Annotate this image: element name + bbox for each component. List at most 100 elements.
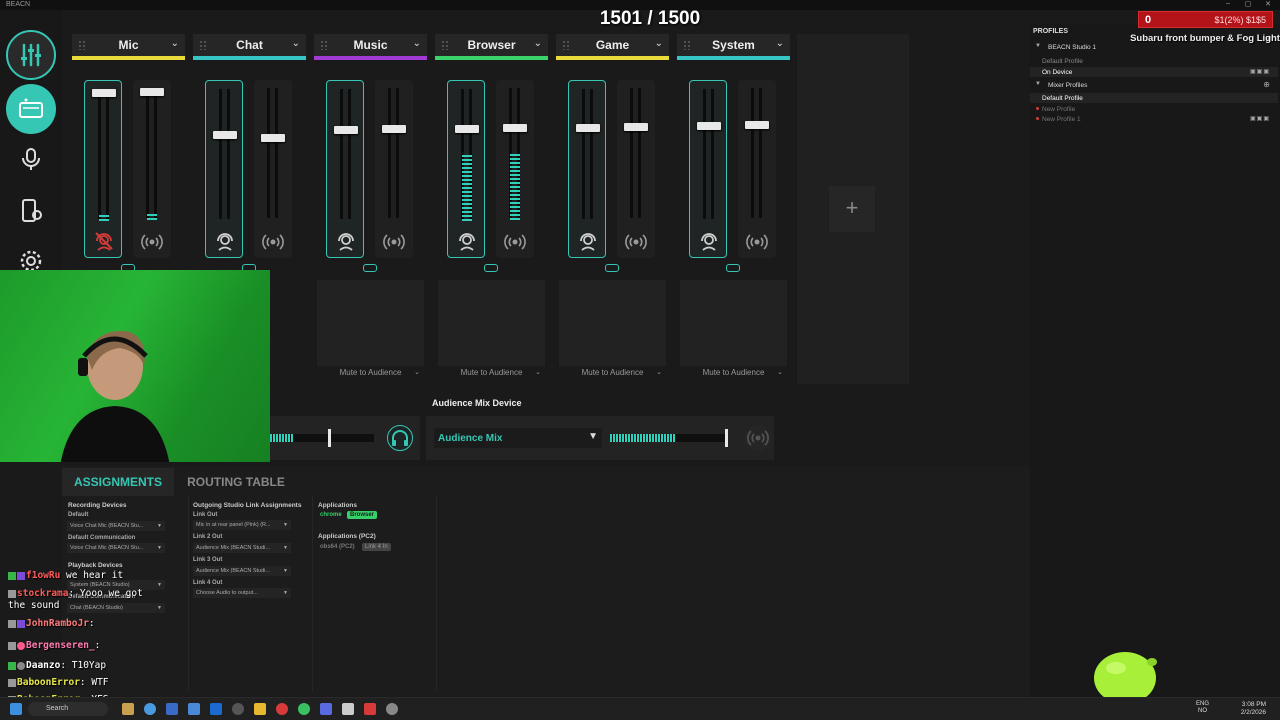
nav-mixer-button[interactable] xyxy=(6,30,56,80)
app-icon[interactable] xyxy=(232,703,244,715)
audience-mix-fader[interactable] xyxy=(617,80,655,258)
mixer-profiles-group[interactable]: ▼ Mixer Profiles ⊕ xyxy=(1030,80,1278,90)
tab-routing-table[interactable]: ROUTING TABLE xyxy=(180,468,292,496)
drag-handle-icon[interactable] xyxy=(441,40,449,50)
profile-item[interactable]: New Profile 1 ▣▣▣ xyxy=(1030,114,1278,124)
headphones-icon[interactable] xyxy=(334,229,358,253)
nav-devices-button[interactable] xyxy=(6,84,56,134)
mute-to-audience-select[interactable]: Mute to Audience ⌄ xyxy=(438,368,545,382)
app-icon[interactable] xyxy=(276,703,288,715)
drag-handle-icon[interactable] xyxy=(78,40,86,50)
broadcast-icon[interactable] xyxy=(382,230,406,254)
profile-actions-icon[interactable]: ▣▣▣ xyxy=(1250,68,1270,75)
headphones-icon[interactable] xyxy=(455,229,479,253)
headphones-icon[interactable] xyxy=(697,229,721,253)
channel-header[interactable]: Music ⌄ xyxy=(314,34,427,56)
link2-select[interactable]: Audience Mix (BEACN Studi... ▼ xyxy=(193,543,291,553)
default-comm-recording-select[interactable]: Voice Chat Mic (BEACN Stu... ▼ xyxy=(67,543,165,553)
settings-icon[interactable] xyxy=(386,703,398,715)
chevron-down-icon[interactable]: ⌄ xyxy=(171,38,179,49)
audience-mix-fader[interactable] xyxy=(738,80,776,258)
audience-mix-fader[interactable] xyxy=(133,80,171,258)
channel-header[interactable]: System ⌄ xyxy=(677,34,790,56)
drag-handle-icon[interactable] xyxy=(320,40,328,50)
default-recording-select[interactable]: Voice Chat Mic (BEACN Stu... ▼ xyxy=(67,521,165,531)
personal-mix-fader[interactable] xyxy=(84,80,122,258)
windows-start-icon[interactable] xyxy=(10,703,22,715)
mute-to-audience-select[interactable]: Mute to Audience ⌄ xyxy=(680,368,787,382)
app-icon[interactable] xyxy=(188,703,200,715)
link-icon[interactable] xyxy=(363,264,377,272)
chevron-down-icon[interactable]: ⌄ xyxy=(292,38,300,49)
app-icon[interactable] xyxy=(166,703,178,715)
slider-thumb[interactable] xyxy=(328,429,331,447)
audience-mix-fader[interactable] xyxy=(375,80,413,258)
fader-knob[interactable] xyxy=(92,89,116,97)
personal-mix-fader[interactable] xyxy=(689,80,727,258)
add-profile-icon[interactable]: ⊕ xyxy=(1263,80,1270,89)
personal-mix-fader[interactable] xyxy=(447,80,485,258)
fader-knob[interactable] xyxy=(261,134,285,142)
copilot-icon[interactable] xyxy=(144,703,156,715)
chevron-down-icon[interactable]: ⌄ xyxy=(776,38,784,49)
personal-mix-fader[interactable] xyxy=(568,80,606,258)
fader-knob[interactable] xyxy=(503,124,527,132)
tab-assignments[interactable]: ASSIGNMENTS xyxy=(62,468,174,496)
personal-monitor-button[interactable] xyxy=(387,425,413,451)
audience-mix-fader[interactable] xyxy=(496,80,534,258)
personal-mix-fader[interactable] xyxy=(205,80,243,258)
link-out-select[interactable]: Mic in at rear panel (Pink) (R... ▼ xyxy=(193,520,291,530)
fader-knob[interactable] xyxy=(213,131,237,139)
drag-handle-icon[interactable] xyxy=(199,40,207,50)
chevron-down-icon[interactable]: ⌄ xyxy=(413,38,421,49)
broadcast-icon[interactable] xyxy=(140,230,164,254)
channel-header[interactable]: Chat ⌄ xyxy=(193,34,306,56)
profile-item[interactable]: New Profile xyxy=(1030,104,1278,114)
chevron-down-icon[interactable]: ⌄ xyxy=(655,38,663,49)
broadcast-icon[interactable] xyxy=(745,230,769,254)
taskbar-search[interactable]: Search xyxy=(28,702,108,716)
broadcast-icon[interactable] xyxy=(624,230,648,254)
link-icon[interactable] xyxy=(484,264,498,272)
folder-icon[interactable] xyxy=(254,703,266,715)
broadcast-icon[interactable] xyxy=(503,230,527,254)
profile-item-on-device[interactable]: On Device ▣▣▣ xyxy=(1030,67,1278,77)
fader-knob[interactable] xyxy=(455,125,479,133)
maximize-button[interactable]: ▢ xyxy=(1238,0,1258,8)
profile-actions-icon[interactable]: ▣▣▣ xyxy=(1250,115,1270,122)
audience-level-slider[interactable] xyxy=(610,429,728,447)
language-indicator[interactable]: ENG NO xyxy=(1196,701,1209,715)
headphones-muted-icon[interactable] xyxy=(92,229,116,253)
audience-mix-fader[interactable] xyxy=(254,80,292,258)
app-icon[interactable] xyxy=(122,703,134,715)
minimize-button[interactable]: – xyxy=(1218,0,1238,7)
app-channel-chip[interactable]: Link 4 In xyxy=(362,543,391,551)
drag-handle-icon[interactable] xyxy=(562,40,570,50)
nav-app-routing-button[interactable] xyxy=(16,196,46,226)
personal-mix-fader[interactable] xyxy=(326,80,364,258)
link3-select[interactable]: Audience Mix (BEACN Studi... ▼ xyxy=(193,566,291,576)
discord-icon[interactable] xyxy=(320,703,332,715)
fader-knob[interactable] xyxy=(624,123,648,131)
app-icon[interactable] xyxy=(342,703,354,715)
app-icon[interactable] xyxy=(364,703,376,715)
broadcast-icon[interactable] xyxy=(261,230,285,254)
headphones-icon[interactable] xyxy=(213,229,237,253)
profile-item[interactable]: Default Profile xyxy=(1030,56,1278,66)
fader-knob[interactable] xyxy=(745,121,769,129)
fader-knob[interactable] xyxy=(140,88,164,96)
headphones-icon[interactable] xyxy=(576,229,600,253)
close-button[interactable]: ✕ xyxy=(1258,0,1278,8)
slider-thumb[interactable] xyxy=(725,429,728,447)
chevron-down-icon[interactable]: ⌄ xyxy=(534,38,542,49)
mute-to-audience-select[interactable]: Mute to Audience ⌄ xyxy=(559,368,666,382)
mute-to-audience-select[interactable]: Mute to Audience ⌄ xyxy=(317,368,424,382)
add-channel-button[interactable]: + xyxy=(829,186,875,232)
channel-header[interactable]: Mic ⌄ xyxy=(72,34,185,56)
audience-device-select[interactable]: Audience Mix ▼ xyxy=(434,428,602,448)
channel-header[interactable]: Browser ⌄ xyxy=(435,34,548,56)
audience-broadcast-button[interactable] xyxy=(745,425,771,451)
personal-mix-slider[interactable] xyxy=(270,429,374,447)
fader-knob[interactable] xyxy=(382,125,406,133)
app-channel-chip[interactable]: Browser xyxy=(347,511,378,519)
